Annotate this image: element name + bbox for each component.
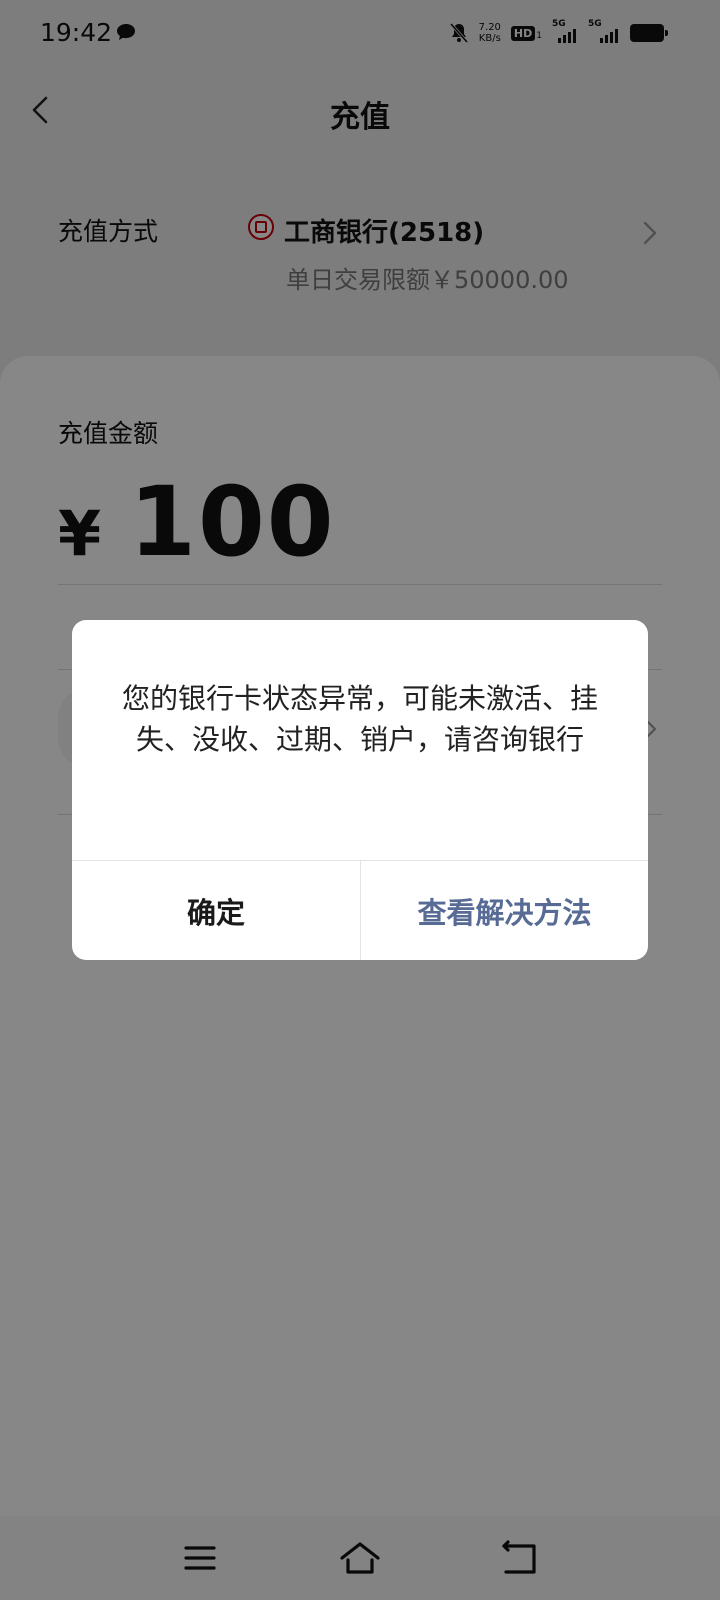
dialog-message: 您的银行卡状态异常，可能未激活、挂失、没收、过期、销户，请咨询银行 — [122, 682, 599, 756]
error-dialog: 您的银行卡状态异常，可能未激活、挂失、没收、过期、销户，请咨询银行 确定 查看解… — [72, 620, 648, 960]
view-solution-button[interactable]: 查看解决方法 — [361, 861, 648, 960]
confirm-button[interactable]: 确定 — [72, 861, 360, 960]
